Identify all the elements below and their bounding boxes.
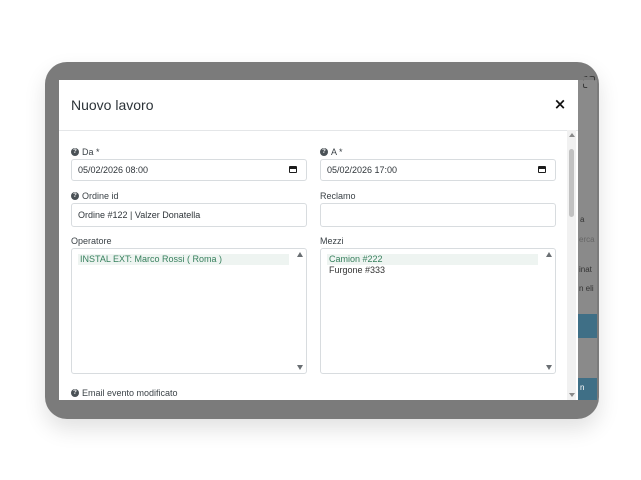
da-value: 05/02/2026 08:00: [78, 165, 149, 175]
background-text: erca: [579, 235, 595, 244]
list-option[interactable]: Furgone #333: [327, 265, 538, 276]
reclamo-input[interactable]: [320, 203, 556, 227]
background-text: a: [580, 215, 585, 224]
scroll-up-arrow-icon[interactable]: [546, 252, 552, 257]
ordine-id-label-text: Ordine id: [82, 191, 119, 201]
a-label: ? A *: [320, 147, 343, 157]
mezzi-label: Mezzi: [320, 236, 344, 246]
da-label: ? Da *: [71, 147, 100, 157]
operatore-listbox[interactable]: INSTAL EXT: Marco Rossi ( Roma ): [71, 248, 307, 374]
list-option[interactable]: INSTAL EXT: Marco Rossi ( Roma ): [78, 254, 289, 265]
reclamo-label-text: Reclamo: [320, 191, 356, 201]
scroll-down-arrow-icon[interactable]: [297, 365, 303, 370]
calendar-icon[interactable]: [538, 166, 546, 173]
list-option[interactable]: Camion #222: [327, 254, 538, 265]
a-value: 05/02/2026 17:00: [327, 165, 398, 175]
scroll-down-arrow-icon[interactable]: [546, 365, 552, 370]
da-label-text: Da *: [82, 147, 100, 157]
operatore-label: Operatore: [71, 236, 112, 246]
help-icon[interactable]: ?: [71, 148, 79, 156]
email-evento-label-text: Email evento modificato: [82, 388, 178, 398]
background-text: n: [580, 383, 585, 392]
scroll-up-arrow-icon[interactable]: [297, 252, 303, 257]
modal-title: Nuovo lavoro: [71, 97, 154, 113]
modal-scrollbar[interactable]: [567, 130, 576, 400]
da-datetime-input[interactable]: 05/02/2026 08:00: [71, 159, 307, 181]
close-button[interactable]: ×: [553, 97, 567, 112]
scroll-thumb[interactable]: [569, 149, 574, 217]
mezzi-listbox[interactable]: Camion #222 Furgone #333: [320, 248, 556, 374]
scroll-up-arrow-icon[interactable]: [569, 133, 575, 137]
help-icon[interactable]: ?: [71, 192, 79, 200]
ordine-id-input[interactable]: Ordine #122 | Valzer Donatella: [71, 203, 307, 227]
modal-body: ? Da * 05/02/2026 08:00 ? A * 05/02/2026…: [59, 131, 578, 400]
a-datetime-input[interactable]: 05/02/2026 17:00: [320, 159, 556, 181]
calendar-icon[interactable]: [289, 166, 297, 173]
mezzi-label-text: Mezzi: [320, 236, 344, 246]
background-text: n eli: [579, 284, 594, 293]
modal-header: Nuovo lavoro ×: [59, 80, 578, 131]
background-text: inat: [579, 265, 592, 274]
ordine-id-label: ? Ordine id: [71, 191, 119, 201]
a-label-text: A *: [331, 147, 343, 157]
background-button: [578, 314, 597, 338]
new-job-modal: Nuovo lavoro × ? Da * 05/02/2026 08:00 ?…: [59, 80, 578, 400]
help-icon[interactable]: ?: [320, 148, 328, 156]
reclamo-label: Reclamo: [320, 191, 356, 201]
help-icon[interactable]: ?: [71, 389, 79, 397]
ordine-id-value: Ordine #122 | Valzer Donatella: [78, 210, 201, 220]
email-evento-label: ? Email evento modificato: [71, 388, 178, 398]
operatore-label-text: Operatore: [71, 236, 112, 246]
scroll-down-arrow-icon[interactable]: [569, 393, 575, 397]
